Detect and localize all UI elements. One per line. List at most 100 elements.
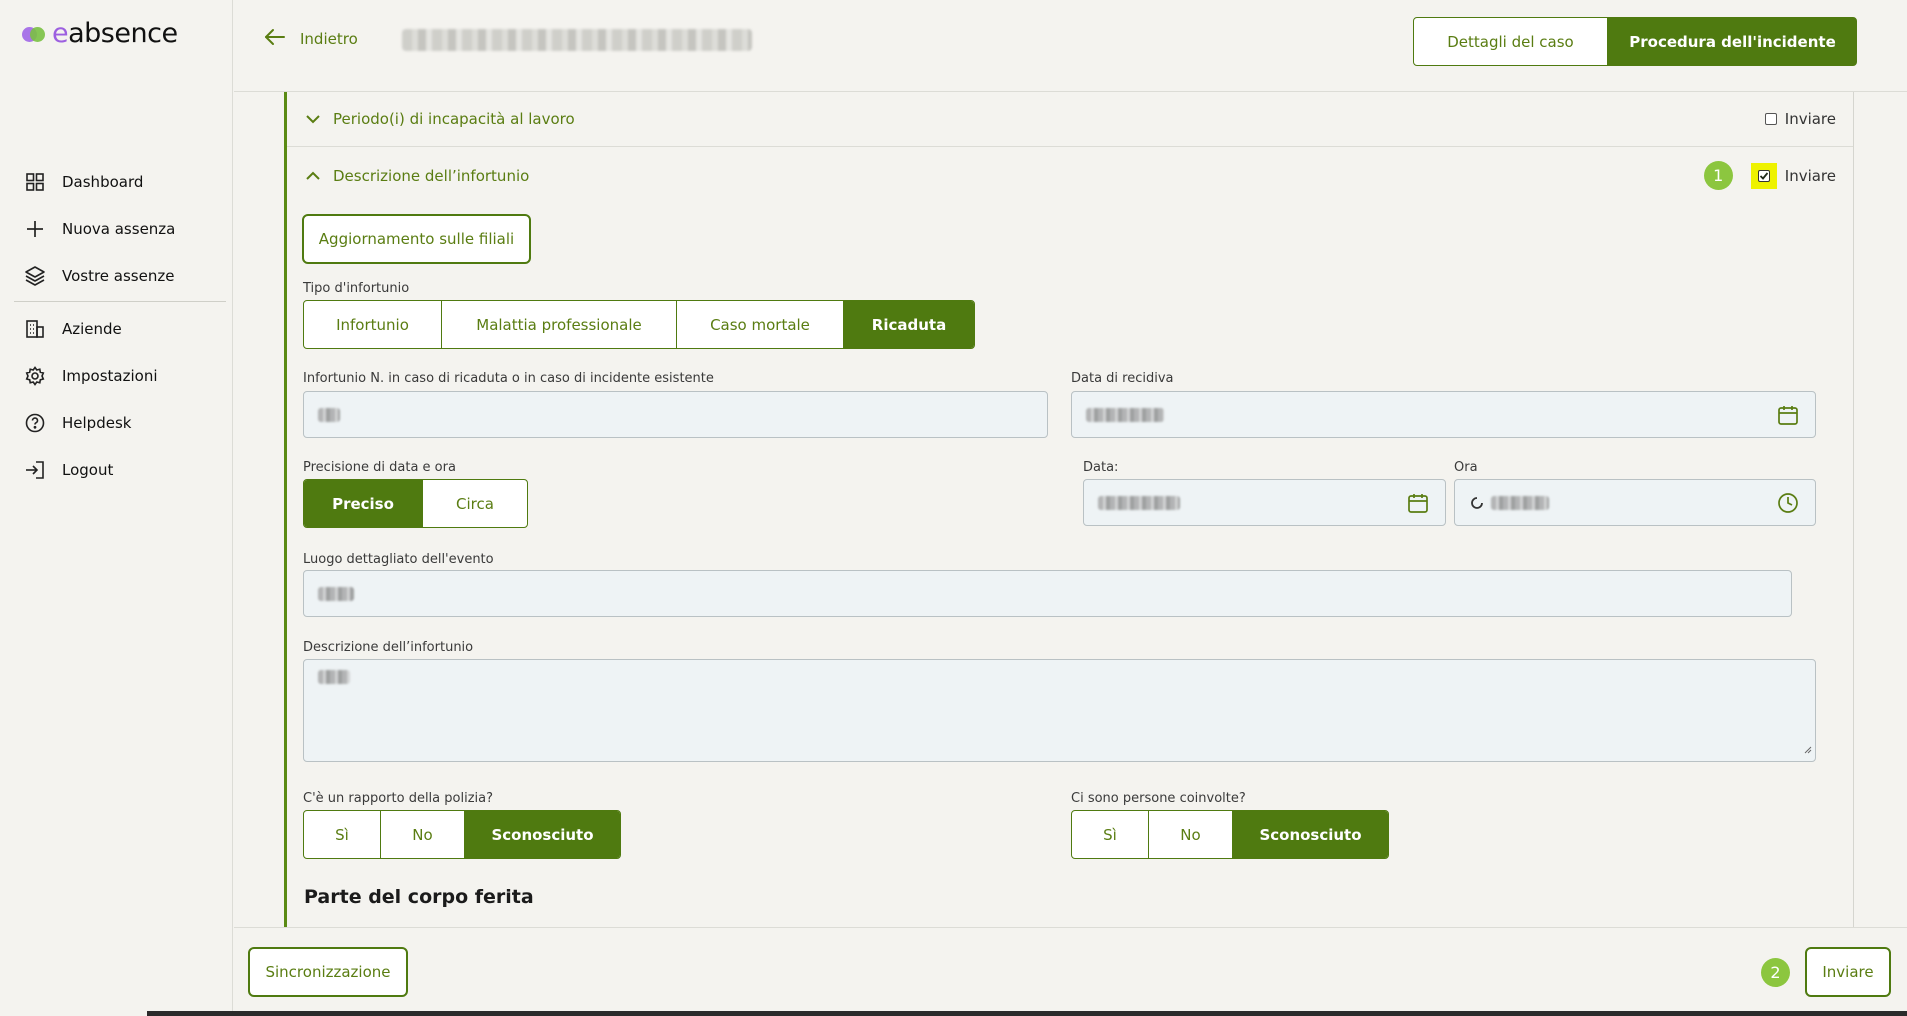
- accident-type-option-malattia[interactable]: Malattia professionale: [442, 301, 677, 348]
- step-badge-1: 1: [1703, 161, 1733, 190]
- police-report-option-si[interactable]: Sì: [304, 811, 381, 858]
- incident-form-panel: Periodo(i) di incapacità al lavoro Invia…: [284, 92, 1854, 927]
- persons-involved-selector: Sì No Sconosciuto: [1071, 810, 1389, 859]
- redacted-value: [1086, 407, 1164, 422]
- police-report-selector: Sì No Sconosciuto: [303, 810, 621, 859]
- chevron-up-icon: [305, 171, 321, 181]
- app-logo[interactable]: eabsence: [22, 18, 178, 49]
- building-icon: [24, 318, 46, 340]
- sidebar-item-label: Impostazioni: [62, 366, 158, 385]
- sidebar-nav: Dashboard Nuova assenza Vostre assenze A…: [14, 158, 226, 493]
- precision-option-preciso[interactable]: Preciso: [304, 480, 423, 527]
- tab-case-details[interactable]: Dettagli del caso: [1413, 17, 1608, 66]
- sidebar-item-label: Nuova assenza: [62, 219, 176, 238]
- accident-type-option-ricaduta[interactable]: Ricaduta: [844, 301, 974, 348]
- section-title: Descrizione dell’infortunio: [333, 166, 530, 185]
- arrow-left-icon: [264, 28, 286, 50]
- time-input[interactable]: [1454, 479, 1816, 526]
- persons-involved-option-si[interactable]: Sì: [1072, 811, 1149, 858]
- sidebar-item-label: Helpdesk: [62, 413, 132, 432]
- calendar-icon[interactable]: [1407, 492, 1429, 518]
- resize-handle-icon[interactable]: [1804, 739, 1812, 758]
- location-label: Luogo dettagliato dell'evento: [303, 552, 494, 567]
- gear-icon: [24, 365, 46, 387]
- case-tabs: Dettagli del caso Procedura dell'inciden…: [1413, 17, 1857, 66]
- description-send-checkbox-highlight[interactable]: [1750, 162, 1777, 189]
- precision-option-circa[interactable]: Circa: [423, 480, 527, 527]
- redacted-value: [318, 670, 350, 684]
- sidebar: eabsence Dashboard Nuova assenza Vostre …: [0, 0, 233, 1016]
- sidebar-item-dashboard[interactable]: Dashboard: [14, 158, 226, 205]
- footer-bar: Sincronizzazione 2 Inviare: [234, 927, 1907, 1016]
- step-badge-2: 2: [1761, 958, 1790, 987]
- case-title-redacted: [402, 29, 752, 51]
- loading-spinner-icon: [1469, 495, 1485, 511]
- chevron-down-icon: [305, 114, 321, 124]
- logo-mark-icon: [22, 25, 46, 43]
- send-label: Inviare: [1784, 166, 1836, 185]
- sidebar-item-settings[interactable]: Impostazioni: [14, 352, 226, 399]
- body-part-heading: Parte del corpo ferita: [304, 886, 534, 908]
- accident-type-option-infortunio[interactable]: Infortunio: [304, 301, 442, 348]
- sidebar-item-companies[interactable]: Aziende: [14, 305, 226, 352]
- redacted-value: [1491, 495, 1549, 510]
- back-button[interactable]: Indietro: [264, 28, 358, 50]
- description-textarea[interactable]: [303, 659, 1816, 762]
- sidebar-item-logout[interactable]: Logout: [14, 446, 226, 493]
- calendar-icon[interactable]: [1777, 404, 1799, 430]
- description-label: Descrizione dell’infortunio: [303, 640, 474, 655]
- precision-selector: Preciso Circa: [303, 479, 528, 528]
- back-label: Indietro: [300, 30, 358, 48]
- send-label: Inviare: [1784, 110, 1836, 128]
- redacted-value: [318, 407, 340, 422]
- police-report-option-no[interactable]: No: [381, 811, 465, 858]
- help-icon: [24, 412, 46, 434]
- sidebar-item-label: Dashboard: [62, 172, 144, 191]
- section-incapacity-header[interactable]: Periodo(i) di incapacità al lavoro Invia…: [287, 92, 1853, 147]
- persons-involved-label: Ci sono persone coinvolte?: [1071, 791, 1246, 806]
- incapacity-send-checkbox[interactable]: [1764, 113, 1777, 125]
- sidebar-item-new-absence[interactable]: Nuova assenza: [14, 205, 226, 252]
- sync-button[interactable]: Sincronizzazione: [248, 947, 408, 997]
- redacted-value: [1098, 495, 1180, 510]
- accident-type-label: Tipo d'infortunio: [303, 281, 410, 296]
- description-send-toggle[interactable]: 1 Inviare: [1703, 161, 1836, 190]
- layers-icon: [24, 265, 46, 287]
- update-branches-button[interactable]: Aggiornamento sulle filiali: [302, 214, 531, 264]
- persons-involved-option-no[interactable]: No: [1149, 811, 1233, 858]
- precision-label: Precisione di data e ora: [303, 460, 456, 475]
- grid-icon: [24, 171, 46, 193]
- redacted-value: [318, 586, 354, 601]
- date-label: Data:: [1083, 460, 1119, 475]
- time-label: Ora: [1454, 460, 1478, 475]
- accident-number-label: Infortunio N. in caso di ricaduta o in c…: [303, 371, 714, 386]
- police-report-option-sconosciuto[interactable]: Sconosciuto: [465, 811, 620, 858]
- top-bar: Indietro Dettagli del caso Procedura del…: [234, 0, 1907, 92]
- description-send-checkbox[interactable]: [1757, 169, 1770, 182]
- incapacity-send-toggle[interactable]: Inviare: [1764, 110, 1836, 128]
- section-title: Periodo(i) di incapacità al lavoro: [333, 110, 575, 128]
- bottom-edge-bar: [147, 1011, 1907, 1016]
- tab-incident-procedure[interactable]: Procedura dell'incidente: [1608, 17, 1857, 66]
- sidebar-item-label: Vostre assenze: [62, 266, 175, 285]
- relapse-date-input[interactable]: [1071, 391, 1816, 438]
- sidebar-item-label: Aziende: [62, 319, 122, 338]
- police-report-label: C'è un rapporto della polizia?: [303, 791, 493, 806]
- logout-icon: [24, 459, 46, 481]
- sidebar-item-label: Logout: [62, 460, 114, 479]
- send-button[interactable]: Inviare: [1805, 947, 1891, 997]
- plus-icon: [24, 218, 46, 240]
- accident-type-selector: Infortunio Malattia professionale Caso m…: [303, 300, 975, 349]
- location-input[interactable]: [303, 570, 1792, 617]
- section-description-header[interactable]: Descrizione dell’infortunio 1 Inviare: [287, 148, 1853, 203]
- clock-icon[interactable]: [1777, 492, 1799, 518]
- persons-involved-option-sconosciuto[interactable]: Sconosciuto: [1233, 811, 1388, 858]
- sidebar-item-your-absences[interactable]: Vostre assenze: [14, 252, 226, 299]
- date-input[interactable]: [1083, 479, 1446, 526]
- accident-number-input[interactable]: [303, 391, 1048, 438]
- accident-type-option-caso-mortale[interactable]: Caso mortale: [677, 301, 844, 348]
- sidebar-item-helpdesk[interactable]: Helpdesk: [14, 399, 226, 446]
- sidebar-divider: [14, 301, 226, 302]
- relapse-date-label: Data di recidiva: [1071, 371, 1174, 386]
- logo-text: eabsence: [52, 18, 178, 49]
